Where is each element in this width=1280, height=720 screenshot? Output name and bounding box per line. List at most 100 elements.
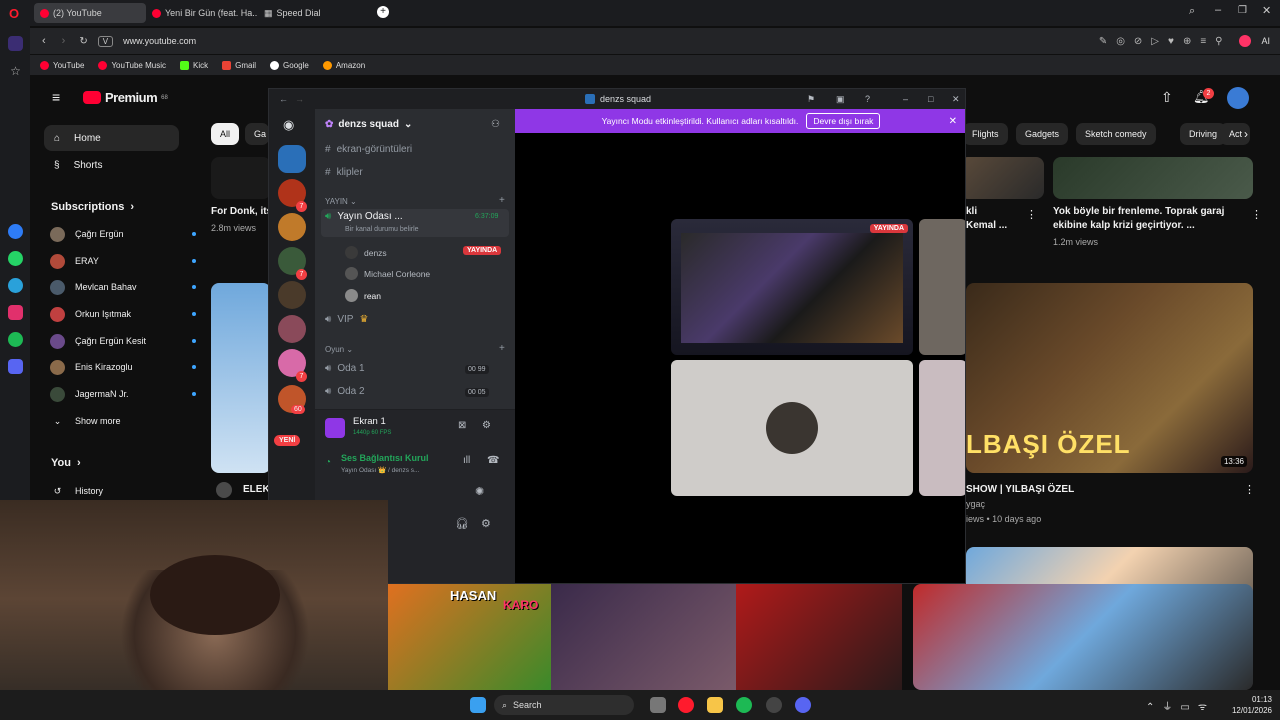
extension-icon[interactable] bbox=[1239, 35, 1252, 47]
more-options-icon[interactable]: ⋮ bbox=[1026, 208, 1037, 221]
more-options-icon[interactable]: ⋮ bbox=[1251, 208, 1262, 221]
server-icon[interactable] bbox=[278, 213, 306, 241]
server-header[interactable]: ✿ denzs squad ⌄ bbox=[325, 119, 412, 130]
server-icon[interactable] bbox=[278, 145, 306, 173]
tray-icons[interactable]: ⌃⏚▭ᯤ bbox=[1146, 698, 1215, 713]
video-title[interactable]: kli Kemal ... bbox=[966, 205, 1007, 233]
close-banner-icon[interactable]: ✕ bbox=[949, 116, 957, 127]
nav-home[interactable]: ⌂ Home bbox=[44, 125, 179, 151]
video-thumbnail[interactable] bbox=[913, 584, 1253, 690]
inbox-icon[interactable]: ⚑ bbox=[807, 94, 815, 105]
voice-channel[interactable]: 🔊︎ Oda 2 bbox=[325, 386, 365, 397]
whatsapp-icon[interactable] bbox=[8, 251, 23, 266]
close-icon[interactable]: ✕ bbox=[952, 94, 960, 105]
messenger-icon[interactable] bbox=[8, 224, 23, 239]
video-thumbnail[interactable] bbox=[211, 283, 271, 473]
voice-channel[interactable]: 🔊︎ Yayın Odası ... bbox=[325, 211, 403, 222]
video-thumbnail[interactable] bbox=[960, 157, 1044, 199]
disable-button[interactable]: Devre dışı bırak bbox=[806, 113, 881, 129]
subscription-item[interactable]: Orkun Işıtmak bbox=[50, 304, 196, 324]
instagram-icon[interactable] bbox=[8, 305, 23, 320]
new-servers-pill[interactable]: YENİ bbox=[274, 435, 301, 446]
ai-button[interactable]: AI bbox=[1261, 36, 1270, 46]
voice-member[interactable]: Michael Corleone bbox=[345, 267, 430, 280]
telegram-icon[interactable] bbox=[8, 278, 23, 293]
forward-icon[interactable]: → bbox=[295, 94, 304, 104]
server-icon[interactable] bbox=[278, 281, 306, 309]
search-tabs-icon[interactable]: ⌕ bbox=[1189, 5, 1195, 18]
video-title[interactable]: For Donk, its bbox=[211, 205, 272, 219]
video-title[interactable]: SHOW | YILBAŞI ÖZEL bbox=[966, 483, 1074, 497]
add-channel-icon[interactable]: + bbox=[499, 195, 505, 206]
subscription-item[interactable]: Mevlcan Bahav bbox=[50, 277, 196, 297]
bookmark-youtube[interactable]: YouTube bbox=[40, 60, 84, 70]
toolbar-icons[interactable]: ✎◎⊘▷♥⊕≡⚲ bbox=[1099, 36, 1232, 47]
nav-history[interactable]: ↺ History bbox=[50, 481, 180, 501]
hamburger-menu-icon[interactable]: ≡ bbox=[52, 89, 60, 105]
video-thumbnail[interactable] bbox=[1053, 157, 1253, 199]
chip-all[interactable]: All bbox=[211, 123, 240, 145]
participant-tile[interactable] bbox=[919, 360, 965, 496]
settings-icon[interactable]: ⚙ bbox=[481, 517, 491, 530]
chip[interactable]: Ga bbox=[245, 123, 269, 145]
clock[interactable]: 01:13 12/01/2026 bbox=[1222, 694, 1272, 716]
task-view-icon[interactable] bbox=[650, 697, 666, 713]
bookmark-gmail[interactable]: Gmail bbox=[222, 60, 256, 70]
show-more-button[interactable]: ⌄ Show more bbox=[50, 411, 180, 431]
windows-start-icon[interactable] bbox=[470, 697, 486, 713]
voice-channel[interactable]: 🔊︎ Oda 1 bbox=[325, 363, 365, 374]
voice-member[interactable]: denzs bbox=[345, 246, 387, 259]
chip[interactable]: Sketch comedy bbox=[1076, 123, 1156, 145]
upload-icon[interactable]: ⇧ bbox=[1161, 89, 1173, 106]
discord-logo-icon[interactable]: ◉ bbox=[283, 117, 294, 133]
reload-icon[interactable]: ↻ bbox=[79, 36, 87, 47]
bookmark-kick[interactable]: Kick bbox=[180, 60, 208, 70]
account-avatar[interactable] bbox=[1227, 87, 1249, 109]
forward-icon[interactable]: › bbox=[62, 35, 66, 47]
channel-status[interactable]: Bir kanal durumu belirle bbox=[345, 226, 419, 233]
subscription-item[interactable]: Çağrı Ergün bbox=[50, 224, 196, 244]
voice-channel[interactable]: 🔊︎ VIP ♛ bbox=[325, 314, 368, 325]
disconnect-icon[interactable]: ☎ bbox=[487, 455, 499, 466]
chip[interactable]: Gadgets bbox=[1016, 123, 1069, 145]
video-thumbnail[interactable]: HASAN KARO bbox=[388, 584, 551, 690]
star-icon[interactable]: ☆ bbox=[8, 64, 23, 79]
discord-icon[interactable] bbox=[795, 697, 811, 713]
nav-shorts[interactable]: § Shorts bbox=[44, 152, 179, 178]
activity-icon[interactable]: ✺ bbox=[475, 485, 484, 498]
subscription-item[interactable]: ERAY bbox=[50, 251, 196, 271]
url-text[interactable]: www.youtube.com bbox=[123, 36, 196, 46]
video-thumbnail[interactable] bbox=[211, 157, 271, 199]
add-channel-icon[interactable]: + bbox=[499, 343, 505, 354]
maximize-icon[interactable]: ❐ bbox=[1238, 5, 1247, 16]
opera-icon[interactable] bbox=[678, 697, 694, 713]
back-icon[interactable]: ← bbox=[279, 94, 288, 104]
tab-youtube[interactable]: (2) YouTube bbox=[34, 3, 146, 23]
channel-item[interactable]: # ekran-görüntüleri bbox=[325, 144, 412, 155]
add-member-icon[interactable]: ⚇ bbox=[491, 119, 500, 130]
channel-item[interactable]: # klipler bbox=[325, 167, 363, 178]
obs-icon[interactable] bbox=[766, 697, 782, 713]
opera-logo-icon[interactable]: O bbox=[9, 6, 19, 21]
video-thumbnail[interactable] bbox=[736, 584, 902, 690]
youtube-logo[interactable]: Premium 68 bbox=[83, 90, 168, 105]
bookmark-youtube-music[interactable]: YouTube Music bbox=[98, 60, 166, 70]
stop-stream-icon[interactable]: ⊠ bbox=[458, 420, 466, 431]
stream-tile[interactable]: YAYINDA bbox=[671, 219, 913, 355]
back-icon[interactable]: ‹ bbox=[42, 35, 46, 47]
bookmark-google[interactable]: Google bbox=[270, 60, 309, 70]
help-icon[interactable]: ? bbox=[865, 94, 870, 104]
screen-icon[interactable]: ▣ bbox=[836, 94, 845, 105]
category-header[interactable]: Oyun ⌄ bbox=[325, 345, 353, 354]
taskbar-search[interactable]: ⌕ Search bbox=[494, 695, 634, 715]
participant-tile[interactable] bbox=[919, 219, 965, 355]
new-tab-button[interactable]: + bbox=[377, 6, 389, 18]
noise-icon[interactable]: ıll bbox=[463, 455, 470, 466]
more-options-icon[interactable]: ⋮ bbox=[1244, 483, 1255, 496]
minimize-icon[interactable]: – bbox=[1215, 4, 1221, 16]
chevron-right-icon[interactable]: › bbox=[1244, 127, 1248, 141]
subscription-item[interactable]: Enis Kirazoglu bbox=[50, 357, 196, 377]
file-explorer-icon[interactable] bbox=[707, 697, 723, 713]
subscriptions-header[interactable]: Subscriptions › bbox=[51, 201, 134, 213]
spotify-icon[interactable] bbox=[736, 697, 752, 713]
